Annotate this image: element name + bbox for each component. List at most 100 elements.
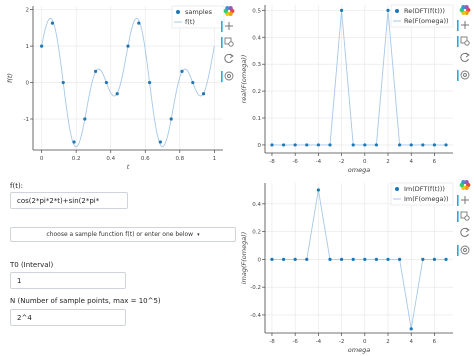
data-point [339, 8, 344, 12]
data-point [115, 92, 119, 96]
data-point [444, 257, 448, 261]
time-domain-plot[interactable]: 0 0.2 0.4 0.6 0.8 1 -1 0 1 2 t f(t) samples f(t) [0, 0, 235, 176]
wheel-inner [463, 73, 467, 77]
data-point [421, 257, 425, 261]
y-tick-label: 0.2 [252, 230, 261, 236]
data-point [398, 143, 402, 147]
y-axis-label: imag(F(omega)) [240, 232, 248, 285]
data-point [305, 257, 309, 261]
n-input[interactable] [10, 309, 126, 326]
x-tick-label: -2 [339, 159, 344, 165]
wheel-zoom-icon[interactable] [221, 71, 234, 82]
wheel-outer [460, 70, 470, 80]
x-tick-label: 0 [363, 159, 367, 165]
data-point [409, 143, 413, 147]
n-label: N (Number of sample points, max = 10^5) [10, 297, 161, 305]
x-tick-label: 2 [386, 159, 390, 165]
x-tick-label: -4 [316, 339, 322, 345]
tool-active-bar [457, 36, 459, 47]
data-point [398, 257, 402, 261]
x-tick-label: -8 [269, 339, 275, 345]
series-line [271, 10, 447, 146]
data-point [147, 80, 152, 85]
reset-icon[interactable] [224, 53, 234, 63]
data-point [351, 257, 355, 261]
imag-spectrum-plot[interactable]: -8 -6 -4 -2 0 2 4 6 -0.4 -0.2 0 0.2 0.4 omega imag(F(o… [235, 176, 474, 356]
data-point [386, 8, 390, 12]
reset-icon[interactable] [460, 227, 470, 237]
box-zoom-icon[interactable] [457, 211, 470, 222]
data-point [339, 257, 344, 261]
y-tick-label: 0 [258, 257, 262, 263]
pan-cross [461, 196, 469, 204]
data-point [444, 143, 448, 147]
y-tick-label: -1 [24, 117, 29, 123]
y-tick-label: 0.2 [252, 89, 261, 95]
real-spectrum-plot[interactable]: -8 -6 -4 -2 0 2 4 6 0 0.1 0.2 0.3 0.4 0.5 omega real(F(… [235, 0, 474, 176]
legend-label: Re(F(omega)) [404, 17, 449, 25]
box-zoom-icon[interactable] [457, 36, 470, 47]
pan-icon[interactable] [457, 195, 469, 206]
data-point [328, 143, 332, 147]
y-tick-label: 0.5 [252, 8, 261, 14]
legend: Im(DFT(f(t))) Im(F(omega)) [390, 182, 454, 206]
legend-label: f(t) [185, 18, 195, 26]
data-point [83, 117, 87, 121]
data-point [40, 44, 44, 48]
x-tick-label: 1 [213, 156, 217, 162]
data-point [180, 69, 184, 73]
tool-active-bar [457, 245, 459, 256]
x-tick-label: 0 [40, 156, 44, 162]
x-tick-label: -6 [292, 159, 298, 165]
x-tick-label: -4 [316, 159, 322, 165]
data-point [432, 257, 437, 261]
legend: Re(DFT(f(t))) Re(F(omega)) [390, 4, 454, 28]
x-tick-label: 4 [409, 159, 413, 165]
data-point [374, 257, 379, 261]
data-point [50, 21, 55, 25]
data-point [293, 143, 297, 147]
data-point [409, 327, 413, 331]
function-label: f(t): [10, 182, 24, 190]
data-point [104, 80, 109, 85]
reset-arc [460, 227, 469, 237]
plot-toolbar[interactable] [457, 180, 471, 256]
legend-label: Im(DFT(f(t))) [404, 185, 445, 193]
data-point [374, 143, 379, 147]
data-point [293, 257, 297, 261]
function-input[interactable] [10, 192, 128, 209]
zoom-lens [228, 41, 234, 47]
data-point [305, 143, 309, 147]
reset-icon[interactable] [460, 52, 470, 62]
data-point [158, 140, 162, 144]
data-point [328, 257, 332, 261]
x-tick-label: 4 [409, 339, 413, 345]
reset-arc [224, 53, 233, 63]
sample-function-select-text: choose a sample function f(t) or enter o… [46, 231, 194, 238]
x-tick-label: 0.2 [72, 156, 81, 162]
bokeh-logo-icon [459, 5, 471, 15]
sample-function-select[interactable]: choose a sample function f(t) or enter o… [10, 227, 236, 242]
pan-icon[interactable] [457, 20, 469, 31]
wheel-zoom-icon[interactable] [457, 70, 470, 81]
bokeh-logo-icon [223, 6, 235, 16]
legend-label: Re(DFT(f(t))) [404, 7, 445, 15]
data-point [61, 80, 65, 85]
logo-petal [464, 5, 469, 10]
logo-petal [464, 180, 469, 185]
legend-marker-dot [395, 9, 399, 13]
wheel-zoom-icon[interactable] [457, 245, 470, 256]
tool-active-bar [457, 211, 459, 222]
y-axis-label: f(t) [6, 73, 14, 83]
x-tick-label: 6 [433, 159, 437, 165]
x-tick-label: 0 [363, 339, 367, 345]
t0-label: T0 (Interval) [10, 261, 54, 269]
t0-input[interactable] [10, 272, 126, 289]
y-axis-label: real(F(omega)) [240, 55, 248, 104]
data-point [316, 188, 320, 192]
plot-toolbar[interactable] [457, 5, 471, 81]
data-point [281, 143, 286, 147]
legend-label: samples [185, 8, 213, 16]
data-point [72, 140, 76, 144]
y-tick-label: 0 [258, 143, 262, 149]
